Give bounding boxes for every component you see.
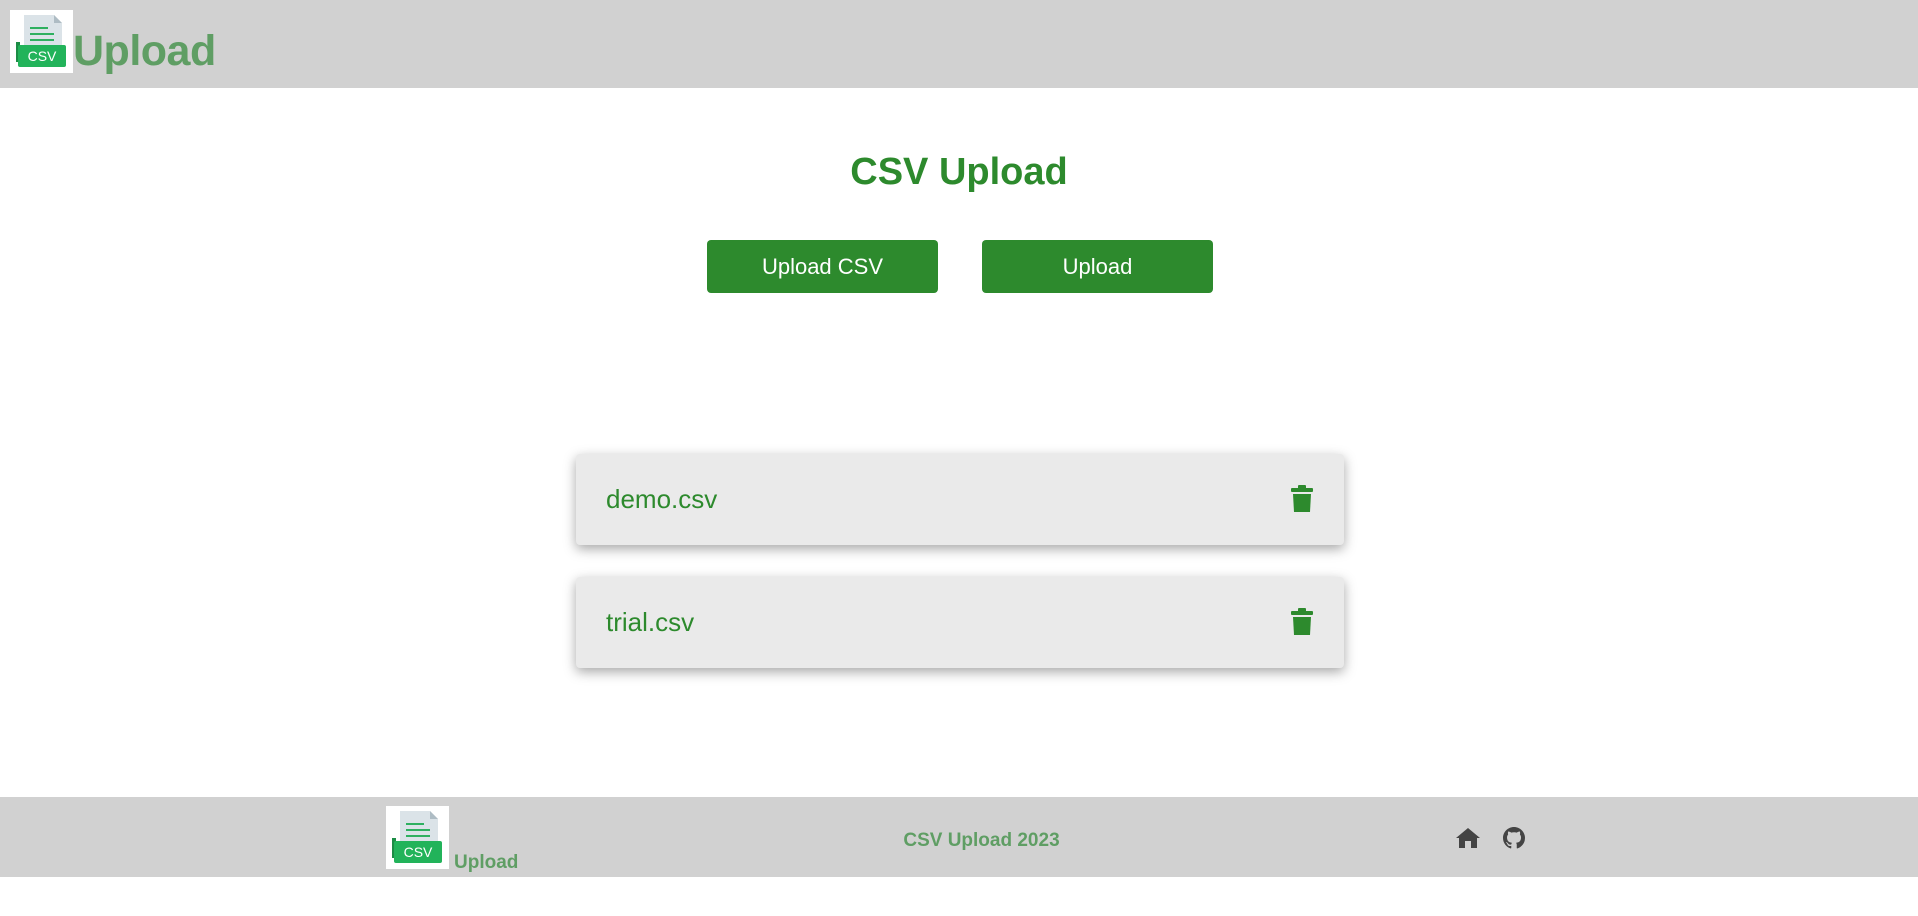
csv-file-icon[interactable]: CSV (10, 10, 73, 73)
footer-bar: CSV Upload CSV Upload 2023 (0, 797, 1918, 877)
file-list-item[interactable]: demo.csv (576, 454, 1344, 545)
trash-icon[interactable] (1290, 484, 1314, 514)
header-bar: CSV Upload (0, 0, 1918, 88)
footer-brand[interactable]: Upload (454, 853, 518, 872)
github-icon[interactable] (1503, 827, 1525, 849)
logo-label: CSV (28, 48, 57, 64)
home-icon[interactable] (1455, 827, 1481, 849)
trash-icon[interactable] (1290, 607, 1314, 637)
file-name: trial.csv (606, 607, 695, 637)
upload-csv-button[interactable]: Upload CSV (707, 240, 938, 293)
file-list-item[interactable]: trial.csv (576, 577, 1344, 668)
upload-button[interactable]: Upload (982, 240, 1213, 293)
footer-copyright: CSV Upload 2023 (903, 830, 1060, 851)
file-name: demo.csv (606, 484, 718, 514)
site-title[interactable]: Upload (73, 30, 216, 73)
page-title: CSV Upload (850, 151, 1068, 193)
